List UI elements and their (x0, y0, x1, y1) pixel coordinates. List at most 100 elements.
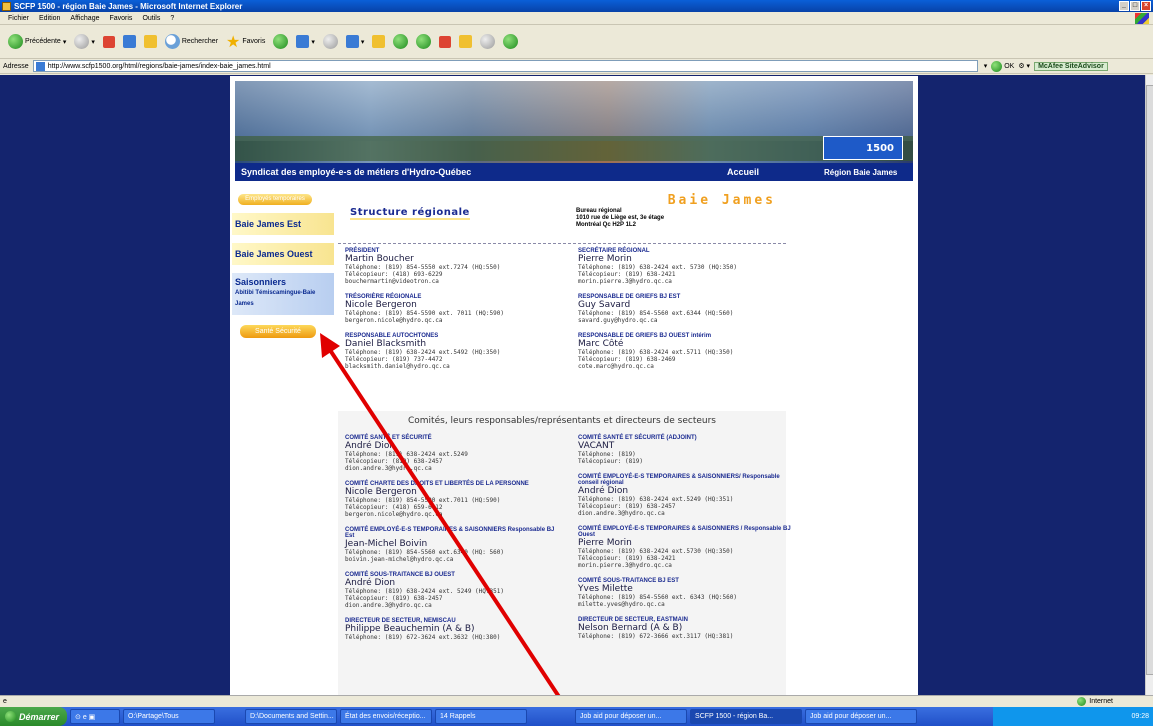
mcafee-siteadvisor-button[interactable]: McAfee SiteAdvisor (1034, 61, 1108, 71)
contact-block: COMITÉ EMPLOYÉ-E-S TEMPORAIRES & SAISONN… (578, 474, 798, 517)
region-link[interactable]: Région Baie James (824, 168, 897, 177)
contact-email-link[interactable]: morin.pierre.3@hydro.qc.ca (578, 278, 798, 285)
contact-email-link[interactable]: bergeron.nicole@hydro.qc.ca (345, 511, 565, 518)
scrollbar-thumb[interactable] (1146, 85, 1153, 675)
contact-name: Martin Boucher (345, 254, 414, 264)
menu-fichier[interactable]: Fichier (8, 15, 29, 22)
contact-email-link[interactable]: boivin.jean-michel@hydro.qc.ca (345, 556, 565, 563)
address-input[interactable]: http://www.scfp1500.org/html/regions/bai… (32, 60, 978, 72)
contact-email-link[interactable]: bergeron.nicole@hydro.qc.ca (345, 317, 565, 324)
sidebar-item-baie-james-ouest[interactable]: Baie James Ouest (232, 243, 334, 265)
contact-phone: Télécopieur: (418) 659-6112 (345, 504, 443, 511)
print-button[interactable] (321, 31, 340, 53)
taskbar-button[interactable]: Job aid pour déposer un... (575, 709, 688, 724)
start-button[interactable]: Démarrer (0, 707, 68, 726)
contact-email-link[interactable]: savard.guy@hydro.qc.ca (578, 317, 798, 324)
sante-securite-button[interactable]: Santé Sécurité (240, 325, 316, 338)
taskbar-button[interactable]: D:\Documents and Settin... (245, 709, 338, 724)
forward-arrow-icon (74, 34, 90, 49)
taskbar-button-active[interactable]: SCFP 1500 - région Ba... (690, 709, 803, 724)
contact-name: Nicole Bergeron (345, 487, 417, 497)
contact-name: André Dion (345, 441, 396, 451)
contact-phone: Téléphone: (819) 854-5590 ext.7011 (HQ:5… (345, 497, 501, 504)
contact-role: COMITÉ EMPLOYÉ-E-S TEMPORAIRES & SAISONN… (578, 526, 791, 538)
contact-phone: Téléphone: (819) 638-2424 ext. 5249 (HQ:… (345, 588, 504, 595)
contact-email-link[interactable]: morin.pierre.3@hydro.qc.ca (578, 562, 798, 569)
contact-name: André Dion (345, 578, 396, 588)
tool-button-2[interactable] (478, 31, 497, 53)
taskbar-button[interactable]: Job aid pour déposer un... (805, 709, 918, 724)
tool-icon (459, 35, 473, 48)
edit-button[interactable]: ▾ (344, 31, 367, 53)
contact-block: DIRECTEUR DE SECTEUR, NEMISCAU Philippe B… (345, 618, 565, 641)
taskbar-button[interactable]: O:\Partage\Tous (123, 709, 216, 724)
menu-outils[interactable]: Outils (142, 15, 160, 22)
menu-edition[interactable]: Edition (39, 15, 60, 22)
union-name: Syndicat des employé-e-s de métiers d'Hy… (241, 167, 472, 177)
page-status-icon: e (3, 698, 7, 705)
bureau-line: Montréal Qc H2P 1L2 (576, 222, 636, 228)
temp-employees-button[interactable]: Employés temporaires (238, 194, 312, 205)
taskbar-button[interactable]: État des envois/réceptio... (340, 709, 433, 724)
green-book-button[interactable] (414, 31, 433, 53)
messenger-icon (503, 34, 519, 49)
contact-email-link[interactable]: blacksmith.daniel@hydro.qc.ca (345, 363, 565, 370)
start-label: Démarrer (19, 711, 60, 722)
sidebar-item-baie-james-est[interactable]: Baie James Est (232, 213, 334, 235)
contact-email-link[interactable]: dion.andre.3@hydro.qc.ca (345, 602, 565, 609)
system-tray: 09:28 (993, 707, 1153, 726)
contact-phone: Téléphone: (819) 638-2424 ext.5249 (HQ:3… (578, 496, 734, 503)
address-dropdown-icon[interactable]: ▾ (984, 62, 988, 70)
contact-phone: Téléphone: (819) 638-2424 ext. 5730 (HQ:… (578, 264, 737, 271)
check-button[interactable] (391, 31, 410, 53)
messenger-button[interactable] (501, 31, 520, 53)
contact-block: COMITÉ SOUS-TRAITANCE BJ OUEST André Dion… (345, 572, 565, 609)
search-button[interactable]: Rechercher (163, 31, 220, 53)
quicklaunch[interactable]: ⊙ e ▣ (70, 709, 121, 724)
contact-email-link[interactable]: dion.andre.3@hydro.qc.ca (345, 465, 565, 472)
security-zone: Internet (1077, 697, 1113, 706)
sidebar-item-saisonniers[interactable]: Saisonniers Abitibi Témiscamingue-Baie J… (232, 273, 334, 315)
search-label: Rechercher (181, 38, 219, 45)
vertical-scrollbar[interactable] (1145, 75, 1153, 695)
back-button[interactable]: Précédente ▾ (6, 31, 68, 53)
history-button[interactable] (271, 31, 290, 53)
window-titlebar[interactable]: SCFP 1500 - région Baie James - Microsof… (0, 0, 1153, 12)
go-button[interactable]: OK (991, 60, 1014, 72)
mail-button[interactable]: ▾ (294, 31, 317, 53)
contact-email-link[interactable]: bouchermartin@videotron.ca (345, 278, 565, 285)
forward-button[interactable]: ▾ (72, 31, 97, 53)
tool-button-1[interactable] (457, 31, 474, 53)
banner-strip: Syndicat des employé-e-s de métiers d'Hy… (235, 163, 913, 181)
contact-email-link[interactable]: cote.marc@hydro.qc.ca (578, 363, 798, 370)
stop-button[interactable] (101, 31, 117, 53)
home-button[interactable] (142, 31, 159, 53)
contact-email-link[interactable]: milette.yves@hydro.qc.ca (578, 601, 798, 608)
taskbar-button[interactable]: 14 Rappels (435, 709, 528, 724)
menu-bar: Fichier Edition Affichage Favoris Outils… (0, 12, 1153, 25)
contact-phone: Télécopieur: (819) 638-2421 (578, 555, 676, 562)
close-icon[interactable]: × (1141, 1, 1151, 11)
contact-name: Marc Côté (578, 339, 624, 349)
refresh-button[interactable] (121, 31, 138, 53)
contact-phone: Téléphone: (819) 638-2424 ext.5711 (HQ:3… (578, 349, 734, 356)
comites-left-column: COMITÉ SANTÉ ET SÉCURITÉ André Dion Téléph… (345, 435, 565, 650)
menu-help[interactable]: ? (170, 15, 174, 22)
saisonniers-sublabel: Abitibi Témiscamingue-Baie James (235, 290, 316, 307)
links-icon[interactable]: ⚙ ▾ (1018, 62, 1030, 70)
stop-icon (102, 35, 115, 48)
minimize-icon[interactable]: _ (1119, 1, 1129, 11)
menu-affichage[interactable]: Affichage (70, 15, 99, 22)
region-title: Baie James (667, 193, 776, 208)
red-book-button[interactable] (437, 31, 453, 53)
maximize-icon[interactable]: □ (1130, 1, 1140, 11)
folder-button[interactable] (370, 31, 387, 53)
favorites-button[interactable]: ★ Favoris (224, 31, 267, 53)
contact-email-link[interactable]: dion.andre.3@hydro.qc.ca (578, 510, 798, 517)
contact-block: COMITÉ SANTÉ ET SÉCURITÉ André Dion Téléph… (345, 435, 565, 472)
menu-favoris[interactable]: Favoris (109, 15, 132, 22)
bureau-line: 1010 rue de Liège est, 3e étage (576, 215, 665, 221)
contact-phone: Télécopieur: (819) (578, 458, 644, 465)
scfp-logo[interactable]: 1500 (823, 136, 903, 160)
home-link[interactable]: Accueil (727, 167, 759, 177)
